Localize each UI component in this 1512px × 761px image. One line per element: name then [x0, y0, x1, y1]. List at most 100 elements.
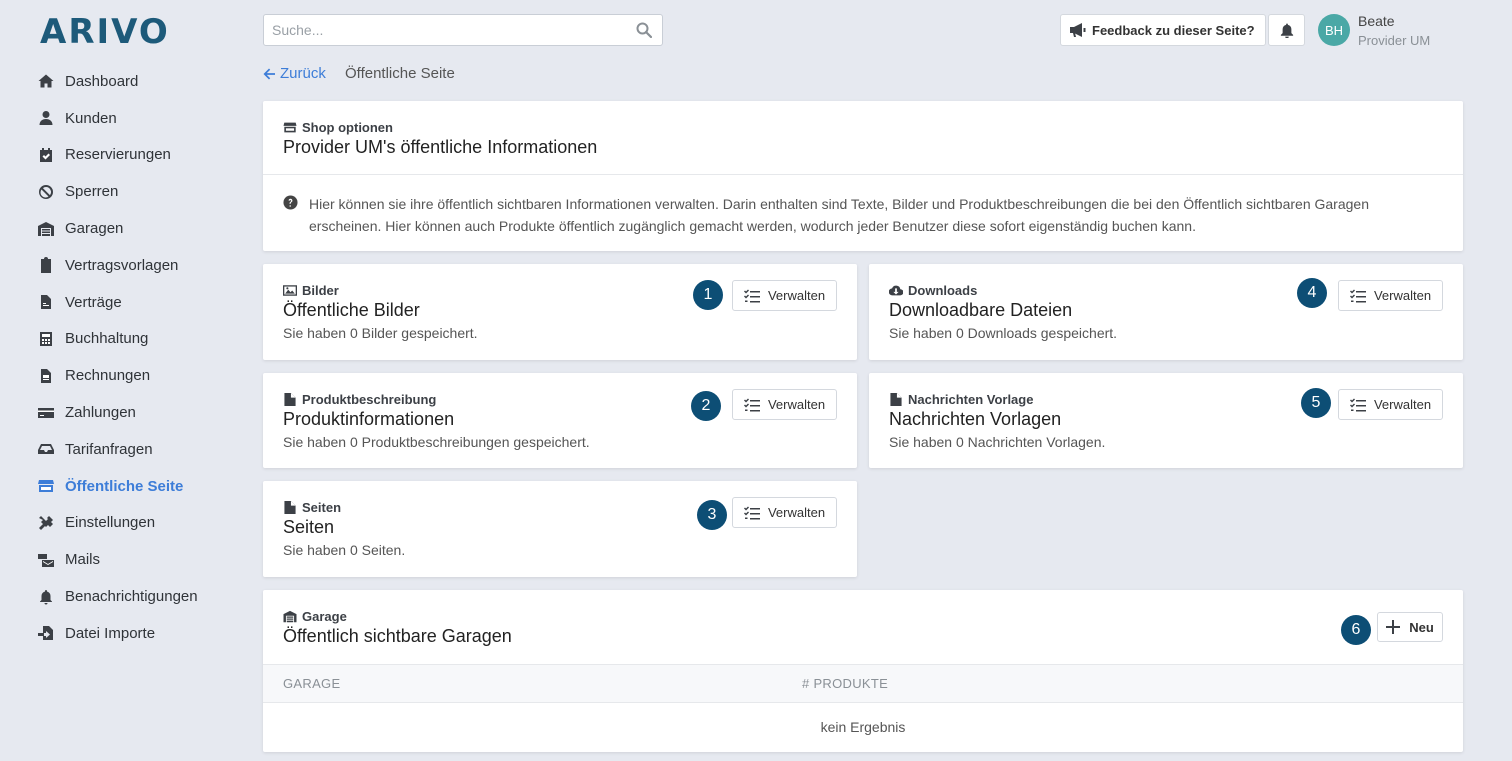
user-icon: [37, 109, 55, 127]
tasks-icon: [743, 289, 760, 302]
tasks-icon: [1349, 398, 1366, 411]
bell-icon: [37, 588, 55, 606]
store-icon: [37, 477, 55, 495]
tasks-icon: [743, 506, 760, 519]
cloud-download-icon: [889, 285, 903, 296]
produktbeschreibung-card: Produktbeschreibung Produktinformationen…: [263, 373, 857, 468]
sidebar-item-label: Dashboard: [65, 72, 139, 90]
warehouse-icon: [283, 610, 297, 623]
inbox-icon: [37, 440, 55, 458]
seiten-card: Seiten Seiten Sie haben 0 Seiten. 3 Verw…: [263, 481, 857, 577]
sidebar-item-benachrichtigungen[interactable]: Benachrichtigungen: [37, 578, 198, 615]
sidebar-item-label: Kunden: [65, 109, 117, 127]
sidebar-item-label: Buchhaltung: [65, 330, 149, 348]
table-header: GARAGE # PRODUKTE: [263, 665, 1463, 703]
sidebar-item-mails[interactable]: Mails: [37, 541, 198, 578]
file-import-icon: [37, 624, 55, 642]
arrow-left-icon: [263, 68, 275, 79]
bilder-manage-button[interactable]: Verwalten: [732, 280, 837, 311]
logo[interactable]: ARIVO: [40, 12, 170, 52]
calendar-check-icon: [37, 146, 55, 164]
sidebar-item-oeffentliche-seite[interactable]: Öffentliche Seite: [37, 468, 198, 505]
file-invoice-icon: [37, 367, 55, 385]
sidebar-item-label: Öffentliche Seite: [65, 477, 184, 495]
sidebar-item-label: Mails: [65, 551, 101, 569]
bilder-card: Bilder Öffentliche Bilder Sie haben 0 Bi…: [263, 264, 857, 360]
downloads-card: Downloads Downloadbare Dateien Sie haben…: [869, 264, 1463, 360]
feedback-button[interactable]: Feedback zu dieser Seite?: [1060, 14, 1266, 46]
garage-card: Garage Öffentlich sichtbare Garagen 6 Ne…: [263, 590, 1463, 752]
user-role: Provider UM: [1358, 33, 1431, 48]
sidebar-item-datei-importe[interactable]: Datei Importe: [37, 615, 198, 652]
sidebar-item-kunden[interactable]: Kunden: [37, 100, 198, 137]
sidebar-item-label: Reservierungen: [65, 146, 171, 164]
info-text: Hier können sie ihre öffentlich sichtbar…: [309, 196, 1369, 234]
new-garage-button[interactable]: Neu: [1377, 612, 1443, 642]
sidebar-item-tarifanfragen[interactable]: Tarifanfragen: [37, 431, 198, 468]
file-icon: [890, 393, 902, 406]
file-icon: [284, 501, 296, 514]
nachrichten-manage-button[interactable]: Verwalten: [1338, 389, 1443, 420]
column-header-produkte[interactable]: # PRODUKTE: [802, 676, 888, 691]
store-icon: [283, 122, 297, 133]
sidebar-nav: Dashboard Kunden Reservierungen Sperren …: [37, 63, 198, 652]
sidebar-item-zahlungen[interactable]: Zahlungen: [37, 394, 198, 431]
sidebar-item-label: Datei Importe: [65, 624, 156, 642]
home-icon: [37, 72, 55, 90]
avatar[interactable]: BH: [1318, 14, 1350, 46]
file-contract-icon: [37, 293, 55, 311]
feedback-label: Feedback zu dieser Seite?: [1092, 22, 1255, 38]
card-subtitle: Sie haben 0 Seiten.: [283, 542, 406, 558]
search-icon[interactable]: [636, 22, 652, 38]
sidebar-item-einstellungen[interactable]: Einstellungen: [37, 505, 198, 542]
plus-icon: [1386, 620, 1401, 634]
seiten-manage-button[interactable]: Verwalten: [732, 497, 837, 528]
megaphone-icon: [1070, 23, 1086, 37]
sidebar-item-label: Tarifanfragen: [65, 440, 153, 458]
sidebar-item-label: Benachrichtigungen: [65, 588, 198, 606]
warehouse-icon: [37, 220, 55, 238]
tasks-icon: [1349, 289, 1366, 302]
notifications-button[interactable]: [1268, 14, 1305, 46]
sidebar-item-label: Vertragsvorlagen: [65, 256, 179, 274]
sidebar-item-label: Sperren: [65, 183, 119, 201]
question-circle-icon: [283, 195, 298, 210]
ban-icon: [37, 183, 55, 201]
user-name[interactable]: Beate: [1358, 13, 1395, 29]
card-subtitle: Sie haben 0 Bilder gespeichert.: [283, 325, 478, 341]
card-kicker: Shop optionen: [283, 120, 1443, 135]
column-header-garage[interactable]: GARAGE: [283, 676, 340, 691]
step-badge: 5: [1301, 388, 1331, 418]
step-badge: 3: [697, 500, 727, 530]
sidebar-item-label: Einstellungen: [65, 514, 156, 532]
card-title: Öffentlich sichtbare Garagen: [283, 626, 512, 646]
back-link[interactable]: Zurück: [262, 65, 326, 82]
produkt-manage-button[interactable]: Verwalten: [732, 389, 837, 420]
downloads-manage-button[interactable]: Verwalten: [1338, 280, 1443, 311]
nachrichten-vorlage-card: Nachrichten Vorlage Nachrichten Vorlagen…: [869, 373, 1463, 468]
shop-options-card: Shop optionen Provider UM's öffentliche …: [263, 101, 1463, 251]
image-icon: [283, 285, 297, 296]
card-title: Provider UM's öffentliche Informationen: [283, 137, 598, 157]
credit-card-icon: [37, 404, 55, 422]
sidebar: ARIVO Dashboard Kunden Reservierungen Sp…: [0, 0, 240, 761]
step-badge: 6: [1341, 615, 1371, 645]
bell-icon: [1280, 23, 1293, 38]
sidebar-item-garagen[interactable]: Garagen: [37, 210, 198, 247]
sidebar-item-buchhaltung[interactable]: Buchhaltung: [37, 321, 198, 358]
empty-result: kein Ergebnis: [820, 719, 906, 735]
mail-bulk-icon: [37, 551, 55, 569]
search-input[interactable]: [264, 15, 624, 45]
step-badge: 4: [1297, 278, 1327, 308]
step-badge: 1: [693, 280, 723, 310]
back-label: Zurück: [280, 65, 326, 82]
sidebar-item-reservierungen[interactable]: Reservierungen: [37, 137, 198, 174]
search-box: [263, 14, 663, 46]
sidebar-item-rechnungen[interactable]: Rechnungen: [37, 357, 198, 394]
sidebar-item-vertragsvorlagen[interactable]: Vertragsvorlagen: [37, 247, 198, 284]
sidebar-item-vertraege[interactable]: Verträge: [37, 284, 198, 321]
breadcrumb-current: Öffentliche Seite: [345, 65, 455, 82]
sidebar-item-dashboard[interactable]: Dashboard: [37, 63, 198, 100]
card-subtitle: Sie haben 0 Nachrichten Vorlagen.: [889, 434, 1106, 450]
sidebar-item-sperren[interactable]: Sperren: [37, 173, 198, 210]
